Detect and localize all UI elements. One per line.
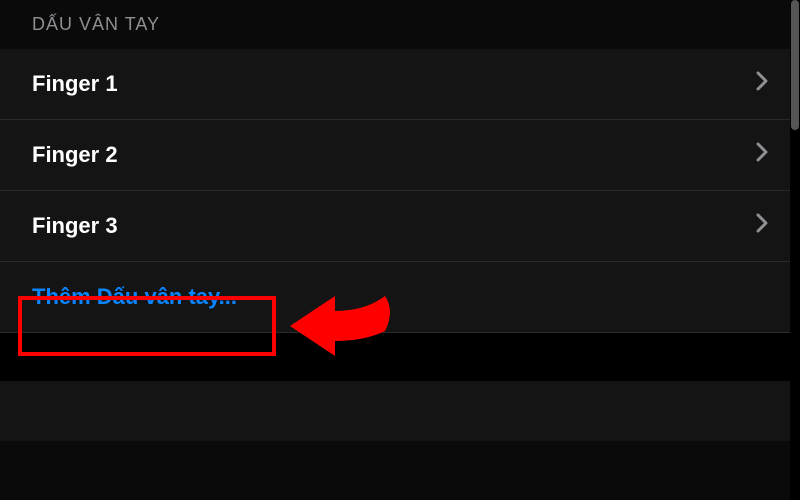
fingerprint-label: Finger 1 [32, 71, 118, 97]
add-fingerprint-label: Thêm Dấu vân tay... [32, 284, 237, 309]
list-item[interactable]: Finger 3 [0, 191, 800, 262]
list-item[interactable]: Finger 2 [0, 120, 800, 191]
scrollbar-thumb[interactable] [791, 0, 799, 130]
chevron-right-icon [756, 142, 768, 168]
fingerprint-label: Finger 3 [32, 213, 118, 239]
next-section [0, 381, 800, 441]
list-item[interactable]: Finger 1 [0, 49, 800, 120]
section-gap [0, 333, 800, 381]
settings-screen: DẤU VÂN TAY Finger 1 Finger 2 Finger 3 T… [0, 0, 800, 500]
fingerprint-list: Finger 1 Finger 2 Finger 3 Thêm Dấu vân … [0, 49, 800, 333]
add-fingerprint-button[interactable]: Thêm Dấu vân tay... [0, 262, 800, 333]
chevron-right-icon [756, 213, 768, 239]
fingerprint-label: Finger 2 [32, 142, 118, 168]
scrollbar-track [790, 0, 800, 500]
section-header-fingerprints: DẤU VÂN TAY [0, 0, 800, 49]
chevron-right-icon [756, 71, 768, 97]
